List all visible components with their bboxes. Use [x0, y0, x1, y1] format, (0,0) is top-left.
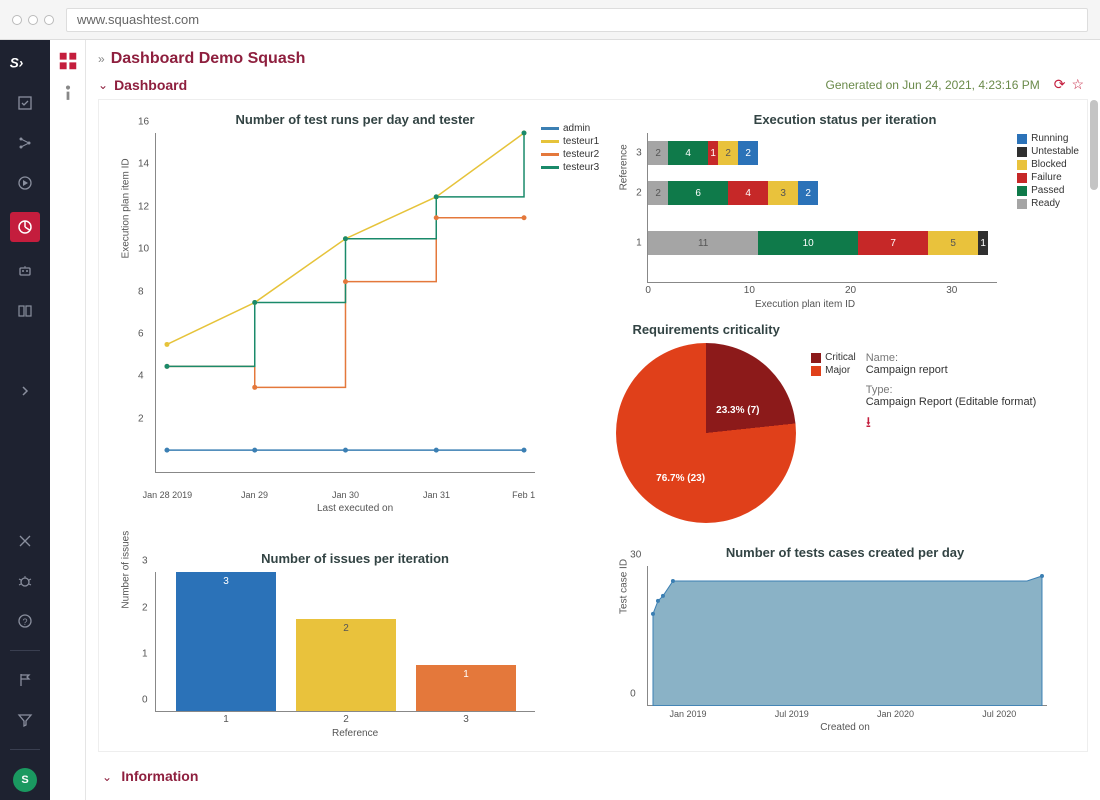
- chart-legend: admin testeur1 testeur2 testeur3: [541, 123, 599, 473]
- page-title: Dashboard Demo Squash: [111, 50, 306, 68]
- window-dot: [12, 15, 22, 25]
- area-chart-plot: Test case ID 0 30 Jan 2019 Jul 2019 Jan …: [647, 566, 1047, 706]
- chart-execution-status: Execution status per iteration Reference…: [611, 112, 1079, 310]
- nav-bugs-icon[interactable]: [14, 570, 36, 592]
- nav-help-icon[interactable]: ?: [14, 610, 36, 632]
- chart-legend: Running Untestable Blocked Failure Passe…: [1017, 133, 1079, 283]
- browser-chrome: www.squashtest.com: [0, 0, 1100, 40]
- nav-execution-icon[interactable]: [14, 172, 36, 194]
- window-controls: [12, 15, 54, 25]
- y-axis-label: Execution plan item ID: [121, 158, 132, 258]
- line-chart-plot: Execution plan item ID 2 4 6 8 10 12 14 …: [155, 133, 535, 473]
- nav-requirements-icon[interactable]: [14, 92, 36, 114]
- nav-tools-icon[interactable]: [14, 530, 36, 552]
- download-icon[interactable]: ⭳: [866, 412, 871, 437]
- pie-chart: [616, 343, 796, 523]
- svg-text:?: ?: [23, 617, 28, 627]
- nav-expand-icon[interactable]: [14, 380, 36, 402]
- main-sidebar: S› ? S: [0, 40, 50, 800]
- nav-testcases-icon[interactable]: [14, 132, 36, 154]
- chart-title: Execution status per iteration: [611, 112, 1079, 127]
- generated-timestamp: Generated on Jun 24, 2021, 4:23:16 PM: [826, 78, 1040, 92]
- user-avatar[interactable]: S: [13, 768, 37, 792]
- section-title-dashboard: Dashboard: [114, 77, 187, 93]
- secondary-sidebar: [50, 40, 86, 800]
- collapse-panel-icon[interactable]: »: [98, 52, 105, 66]
- chart-title: Number of tests cases created per day: [611, 545, 1079, 560]
- refresh-icon[interactable]: ⟳: [1054, 76, 1066, 93]
- stacked-bar-plot: Reference 3 2 1 0 10 20 30 2 4 1 2: [647, 133, 997, 283]
- app-logo-icon: S›: [8, 50, 42, 74]
- nav-reports-icon[interactable]: [10, 212, 40, 242]
- chart-title: Number of test runs per day and tester: [111, 112, 599, 127]
- nav-filter-icon[interactable]: [14, 709, 36, 731]
- pie-legend: Critical Major: [811, 352, 856, 533]
- favorite-icon[interactable]: ☆: [1071, 76, 1084, 93]
- chart-requirements-criticality: Requirements criticality 23.3% (7) 76.7%…: [611, 322, 1079, 533]
- bar-chart-plot: Number of issues 0 1 2 3 3 2 1 1 2 3: [155, 572, 535, 712]
- window-dot: [44, 15, 54, 25]
- subnav-info-icon[interactable]: [57, 82, 79, 104]
- chart-runs-per-day: Number of test runs per day and tester E…: [111, 112, 599, 533]
- section-toggle-icon[interactable]: ⌄: [98, 78, 108, 92]
- nav-flag-icon[interactable]: [14, 669, 36, 691]
- report-metadata: Name: Campaign report Type: Campaign Rep…: [866, 352, 1037, 533]
- url-bar[interactable]: www.squashtest.com: [66, 8, 1088, 32]
- chart-title: Requirements criticality: [611, 322, 801, 337]
- chart-issues-per-iteration: Number of issues per iteration Number of…: [111, 551, 599, 739]
- nav-automation-icon[interactable]: [14, 260, 36, 282]
- section-toggle-icon[interactable]: ⌄: [102, 770, 112, 784]
- x-axis-label: Last executed on: [111, 503, 599, 514]
- nav-workspace-icon[interactable]: [14, 300, 36, 322]
- svg-text:S›: S›: [10, 55, 24, 70]
- section-title-info: Information: [121, 768, 198, 784]
- subnav-dashboard-icon[interactable]: [57, 50, 79, 72]
- scrollbar-thumb[interactable]: [1090, 100, 1098, 190]
- main-content: » Dashboard Demo Squash ⌄ Dashboard Gene…: [86, 40, 1100, 800]
- chart-tests-created: Number of tests cases created per day Te…: [611, 545, 1079, 739]
- chart-title: Number of issues per iteration: [111, 551, 599, 566]
- window-dot: [28, 15, 38, 25]
